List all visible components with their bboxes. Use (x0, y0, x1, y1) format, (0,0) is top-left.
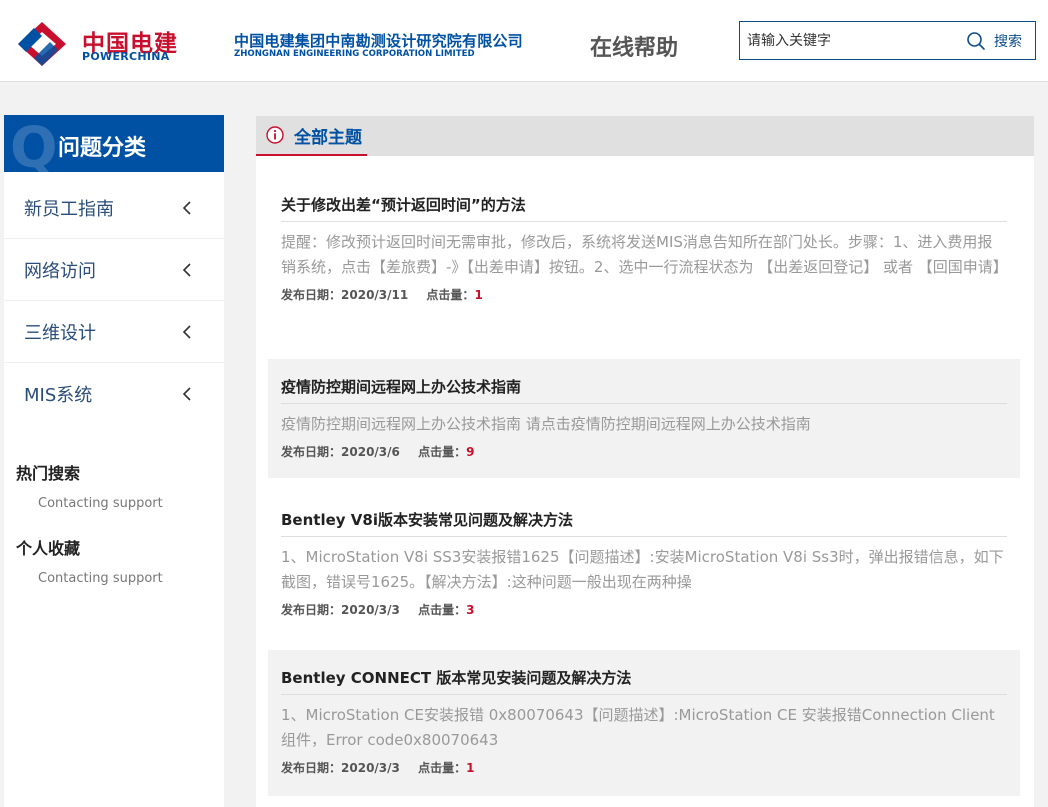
category-header: Q 问题分类 (4, 115, 224, 172)
site-title: 在线帮助 (590, 36, 679, 61)
article-hits: 1 (474, 288, 483, 302)
favorites-link[interactable]: Contacting support (38, 571, 163, 586)
powerchina-logo-icon (18, 22, 66, 66)
article-meta: 发布日期：2020/3/3 点击量：1 (281, 759, 1007, 776)
company-name-en: ZHONGNAN ENGINEERING CORPORATION LIMITED (234, 49, 475, 59)
hot-search-link[interactable]: Contacting support (38, 496, 163, 511)
chevron-left-icon (182, 262, 191, 277)
date-label: 发布日期： (281, 603, 342, 617)
hits-label: 点击量： (418, 761, 467, 775)
logo-text-en: POWERCHINA (82, 50, 170, 63)
article-item: 关于修改出差“预计返回时间”的方法 提醒：修改预计返回时间无需审批，修改后，系统… (268, 194, 1020, 303)
sidebar-item-mis-system[interactable]: MIS系统 (4, 363, 224, 425)
search-icon (967, 31, 985, 50)
article-date: 2020/3/3 (341, 761, 400, 775)
search-box: 搜索 (739, 21, 1036, 60)
sidebar-item-label: 新员工指南 (24, 198, 114, 220)
company-name-cn: 中国电建集团中南勘测设计研究院有限公司 (234, 32, 523, 50)
search-button[interactable]: 搜索 (952, 22, 1036, 59)
date-label: 发布日期： (281, 288, 342, 302)
category-title: 问题分类 (58, 136, 147, 161)
main-tabbar: 全部主题 (256, 116, 1034, 156)
article-title[interactable]: Bentley V8i版本安装常见问题及解决方法 (281, 509, 1007, 537)
chevron-left-icon (182, 324, 191, 339)
favorites-title: 个人收藏 (16, 539, 81, 558)
info-icon (266, 126, 284, 144)
sidebar-item-new-employee[interactable]: 新员工指南 (4, 177, 224, 239)
chevron-left-icon (182, 387, 191, 401)
article-date: 2020/3/11 (341, 288, 409, 302)
article-meta: 发布日期：2020/3/3 点击量：3 (281, 601, 1007, 618)
tab-label: 全部主题 (294, 127, 362, 148)
sidebar-item-network-access[interactable]: 网络访问 (4, 239, 224, 301)
search-input[interactable] (740, 22, 950, 59)
sidebar-item-label: 三维设计 (24, 322, 96, 344)
article-hits: 9 (466, 445, 475, 459)
hits-label: 点击量： (418, 603, 467, 617)
article-title[interactable]: 疫情防控期间远程网上办公技术指南 (281, 376, 1007, 404)
article-summary: 1、MicroStation V8i SS3安装报错1625【问题描述】:安装M… (281, 548, 1004, 591)
sidebar-item-3d-design[interactable]: 三维设计 (4, 301, 224, 363)
tab-all-topics[interactable]: 全部主题 (256, 116, 367, 156)
header: 中国电建 POWERCHINA 中国电建集团中南勘测设计研究院有限公司 ZHON… (0, 0, 1048, 82)
chevron-left-icon (182, 200, 191, 215)
article-summary: 提醒：修改预计返回时间无需审批，修改后，系统将发送MIS消息告知所在部门处长。步… (281, 233, 1008, 276)
date-label: 发布日期： (281, 445, 342, 459)
article-date: 2020/3/6 (341, 445, 400, 459)
date-label: 发布日期： (281, 761, 342, 775)
hits-label: 点击量： (418, 445, 467, 459)
sidebar-item-label: MIS系统 (24, 385, 93, 406)
article-item: Bentley CONNECT 版本常见安装问题及解决方法 1、MicroSta… (268, 650, 1020, 796)
search-button-label: 搜索 (994, 33, 1022, 50)
article-hits: 3 (466, 603, 475, 617)
article-date: 2020/3/3 (341, 603, 400, 617)
article-summary: 1、MicroStation CE安装报错 0x80070643【问题描述】:M… (281, 706, 995, 749)
sidebar-item-label: 网络访问 (24, 260, 96, 282)
sidebar: Q 问题分类 新员工指南 网络访问 三维设计 MIS系统 热门搜索 Contac… (4, 115, 224, 807)
article-summary: 疫情防控期间远程网上办公技术指南 请点击疫情防控期间远程网上办公技术指南 (281, 415, 811, 433)
article-title[interactable]: Bentley CONNECT 版本常见安装问题及解决方法 (281, 667, 1007, 695)
article-title[interactable]: 关于修改出差“预计返回时间”的方法 (281, 194, 1007, 222)
article-item: Bentley V8i版本安装常见问题及解决方法 1、MicroStation … (268, 509, 1020, 618)
hot-search-title: 热门搜索 (16, 464, 81, 483)
article-hits: 1 (466, 761, 475, 775)
article-meta: 发布日期：2020/3/11 点击量：1 (281, 286, 1007, 303)
main-content: 全部主题 关于修改出差“预计返回时间”的方法 提醒：修改预计返回时间无需审批，修… (256, 116, 1034, 807)
article-item: 疫情防控期间远程网上办公技术指南 疫情防控期间远程网上办公技术指南 请点击疫情防… (268, 359, 1020, 478)
category-q-glyph: Q (10, 116, 58, 173)
article-meta: 发布日期：2020/3/6 点击量：9 (281, 443, 1007, 460)
hits-label: 点击量： (426, 288, 475, 302)
